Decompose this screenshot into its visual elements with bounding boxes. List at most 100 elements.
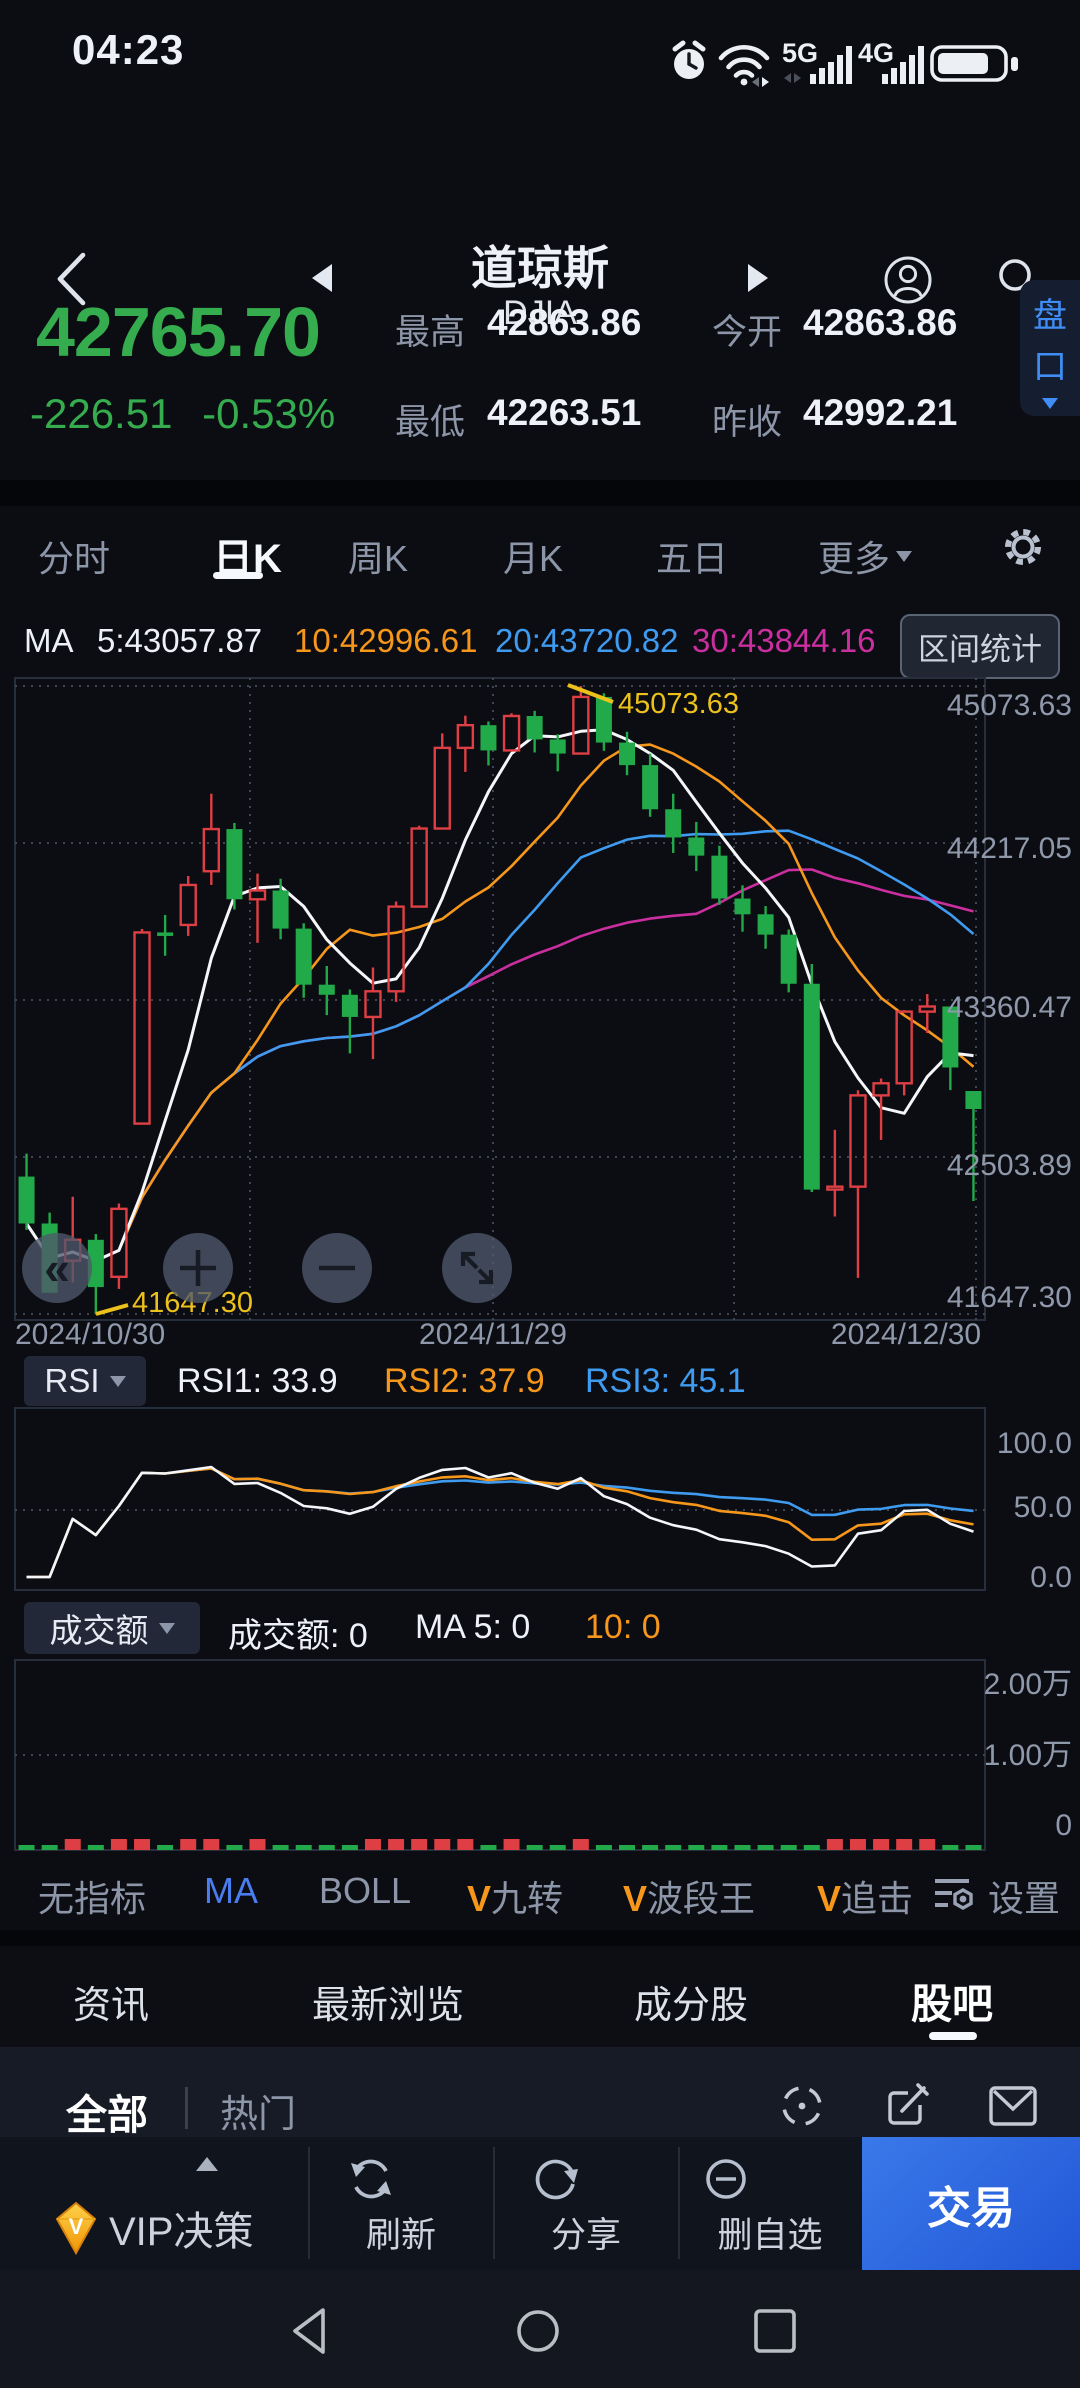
nav-back-icon[interactable] bbox=[287, 2306, 333, 2356]
svg-text:41647.30: 41647.30 bbox=[947, 1281, 1072, 1314]
open-value: 42863.86 bbox=[803, 302, 957, 344]
mail-icon[interactable] bbox=[988, 2083, 1038, 2129]
low-value: 42263.51 bbox=[487, 392, 641, 434]
change-value: -226.51 bbox=[30, 390, 172, 437]
indicator-jiuzhuan[interactable]: V九转 bbox=[467, 1870, 563, 1922]
indicator-boll[interactable]: BOLL bbox=[319, 1870, 411, 1912]
svg-text:43360.47: 43360.47 bbox=[947, 991, 1072, 1024]
low-label: 最低 bbox=[395, 394, 465, 445]
svg-text:0.0: 0.0 bbox=[1030, 1561, 1072, 1594]
pankou-caret-icon bbox=[1042, 398, 1058, 409]
period-tab-bar: 分时 日K 周K 月K 五日 更多 bbox=[0, 506, 1080, 598]
zoom-in-button[interactable] bbox=[163, 1233, 233, 1303]
ma20-value: 20:43720.82 bbox=[495, 622, 679, 660]
rsi-chart[interactable]: 100.050.00.0 bbox=[0, 1400, 1080, 1600]
zoom-out-button[interactable] bbox=[302, 1233, 372, 1303]
svg-text:42503.89: 42503.89 bbox=[947, 1149, 1072, 1182]
tab-news[interactable]: 资讯 bbox=[73, 1974, 149, 2029]
tab-forum[interactable]: 股吧 bbox=[911, 1970, 993, 2030]
collapse-caret-icon[interactable] bbox=[196, 2157, 218, 2171]
action-bar: V VIP决策 刷新 分享 删自选 bbox=[0, 2137, 1080, 2270]
refresh-icon bbox=[345, 2153, 397, 2205]
alarm-icon bbox=[670, 40, 708, 84]
candlestick-layer bbox=[19, 686, 982, 1314]
pankou-char-1: 盘 bbox=[1033, 288, 1067, 337]
share-button[interactable]: 分享 bbox=[530, 2153, 642, 2258]
ma30-value: 30:43844.16 bbox=[692, 622, 876, 660]
minus-icon bbox=[315, 1246, 359, 1290]
vip-decision-button[interactable]: V VIP决策 bbox=[55, 2199, 253, 2257]
volume-ma10: 10: 0 bbox=[585, 1608, 661, 1647]
refresh-button[interactable]: 刷新 bbox=[345, 2153, 457, 2258]
forum-bar: 全部 热门 bbox=[0, 2047, 1080, 2137]
section-divider-2 bbox=[0, 1930, 1080, 1946]
section-divider bbox=[0, 480, 1080, 506]
tab-daily-k-underline bbox=[213, 572, 263, 579]
header: 道琼斯 DJIA bbox=[0, 92, 1080, 252]
trade-button[interactable]: 交易 bbox=[862, 2137, 1080, 2270]
rewind-button[interactable]: « bbox=[22, 1233, 92, 1303]
svg-text:2024/10/30: 2024/10/30 bbox=[15, 1318, 165, 1351]
kline-chart[interactable]: 45073.63 44217.05 43360.47 42503.89 41647.30… bbox=[0, 660, 1080, 1360]
vip-label: VIP决策 bbox=[109, 2199, 253, 2257]
divider bbox=[308, 2147, 310, 2259]
prev-close-value: 42992.21 bbox=[803, 392, 957, 434]
kline-svg: 45073.63 44217.05 43360.47 42503.89 41647.30… bbox=[0, 660, 1080, 1360]
quote-section: 42765.70 -226.51 -0.53% 最高 42863.86 今开 4… bbox=[0, 252, 1080, 480]
volume-chart[interactable]: 2.00万1.00万0 bbox=[0, 1655, 1080, 1855]
tab-minute[interactable]: 分时 bbox=[38, 530, 110, 582]
svg-text:1.00万: 1.00万 bbox=[984, 1739, 1072, 1772]
volume-svg: 2.00万1.00万0 bbox=[0, 1655, 1080, 1855]
tab-forum-underline bbox=[929, 2032, 977, 2040]
filter-hot[interactable]: 热门 bbox=[220, 2083, 296, 2138]
indicator-none[interactable]: 无指标 bbox=[38, 1870, 146, 1922]
svg-text:44217.05: 44217.05 bbox=[947, 832, 1072, 865]
nav-home-icon[interactable] bbox=[515, 2308, 561, 2354]
wifi-icon bbox=[718, 42, 774, 88]
ma-label: MA bbox=[24, 622, 74, 660]
svg-text:45073.63: 45073.63 bbox=[947, 689, 1072, 722]
indicator-ma[interactable]: MA bbox=[204, 1870, 258, 1912]
indicator-settings-icon[interactable] bbox=[932, 1872, 978, 1918]
tab-recent[interactable]: 最新浏览 bbox=[312, 1974, 464, 2029]
indicator-zhuiji[interactable]: V追击 bbox=[817, 1870, 913, 1922]
refresh-label: 刷新 bbox=[345, 2207, 457, 2258]
tab-weekly-k[interactable]: 周K bbox=[348, 530, 408, 582]
rsi1-value: RSI1: 33.9 bbox=[177, 1362, 338, 1401]
svg-text:0: 0 bbox=[1055, 1809, 1072, 1842]
nav-recents-icon[interactable] bbox=[753, 2308, 797, 2354]
filter-all[interactable]: 全部 bbox=[66, 2081, 148, 2141]
discover-icon[interactable] bbox=[777, 2081, 827, 2131]
status-time: 04:23 bbox=[72, 26, 184, 74]
more-label: 更多 bbox=[818, 530, 890, 582]
android-nav-bar bbox=[0, 2270, 1080, 2388]
share-label: 分享 bbox=[530, 2207, 642, 2258]
stock-app: 04:23 5G 4G bbox=[0, 0, 1080, 2388]
indicator-bar: 无指标 MA BOLL V九转 V波段王 V追击 设置 bbox=[0, 1862, 1080, 1928]
fullscreen-button[interactable] bbox=[442, 1233, 512, 1303]
open-label: 今开 bbox=[712, 304, 782, 355]
tab-monthly-k[interactable]: 月K bbox=[503, 530, 563, 582]
pankou-char-2: 口 bbox=[1033, 339, 1067, 388]
indicator-settings-label[interactable]: 设置 bbox=[988, 1870, 1060, 1922]
high-label: 最高 bbox=[395, 304, 465, 355]
volume-value: 成交额: 0 bbox=[228, 1608, 368, 1657]
svg-text:5G: 5G bbox=[782, 38, 818, 68]
svg-text:2024/12/30: 2024/12/30 bbox=[831, 1318, 981, 1351]
tab-components[interactable]: 成分股 bbox=[634, 1974, 748, 2029]
remove-watchlist-button[interactable]: 删自选 bbox=[700, 2153, 840, 2258]
signal-5g-icon: 5G bbox=[782, 36, 852, 90]
vip-badge-icon: V bbox=[55, 2201, 97, 2255]
settings-gear-icon[interactable] bbox=[1000, 524, 1046, 570]
indicator-boduanwang[interactable]: V波段王 bbox=[623, 1870, 755, 1922]
tab-more[interactable]: 更多 bbox=[818, 530, 912, 582]
vip-v-mark: V bbox=[623, 1878, 647, 1919]
plus-icon bbox=[176, 1246, 220, 1290]
svg-text:100.0: 100.0 bbox=[997, 1427, 1072, 1460]
share-icon bbox=[530, 2153, 582, 2205]
remove-watchlist-label: 删自选 bbox=[700, 2207, 840, 2258]
pankou-panel[interactable]: 盘 口 bbox=[1020, 280, 1080, 416]
tab-five-day[interactable]: 五日 bbox=[656, 530, 728, 582]
compose-icon[interactable] bbox=[884, 2081, 934, 2131]
signal-4g-icon: 4G bbox=[858, 36, 924, 90]
